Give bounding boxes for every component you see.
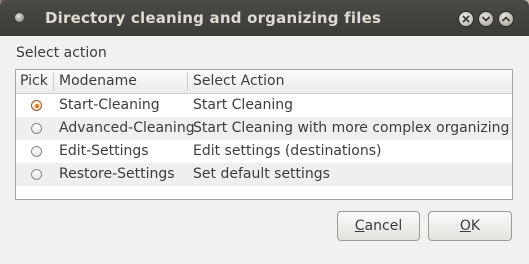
modename-cell: Advanced-Cleaning (59, 120, 195, 136)
cancel-mnemonic: C (354, 218, 365, 234)
column-separator[interactable] (53, 72, 54, 91)
cancel-label: ancel (364, 218, 403, 234)
window-menu-dot-icon[interactable] (15, 13, 24, 22)
column-header-pick[interactable]: Pick (20, 73, 48, 89)
cancel-button[interactable]: Cancel (337, 211, 420, 241)
radio-advanced-cleaning[interactable] (31, 123, 42, 134)
close-icon[interactable] (458, 11, 474, 27)
action-cell: Edit settings (destinations) (193, 143, 382, 159)
list-row-start-cleaning[interactable]: Start-Cleaning Start Cleaning (16, 94, 512, 117)
maximize-icon[interactable] (498, 11, 514, 27)
ok-label: K (470, 218, 481, 234)
action-cell: Start Cleaning with more complex organiz… (193, 120, 510, 136)
action-cell: Set default settings (193, 166, 330, 182)
radio-restore-settings[interactable] (31, 169, 42, 180)
action-cell: Start Cleaning (193, 97, 294, 113)
radio-edit-settings[interactable] (31, 146, 42, 157)
radio-selected-dot (34, 103, 39, 108)
column-separator[interactable] (187, 72, 188, 91)
list-row-edit-settings[interactable]: Edit-Settings Edit settings (destination… (16, 140, 512, 163)
column-header-modename[interactable]: Modename (59, 73, 137, 89)
dialog-window: Directory cleaning and organizing files … (0, 0, 529, 264)
window-title: Directory cleaning and organizing files (45, 9, 382, 27)
modename-cell: Edit-Settings (59, 143, 149, 159)
modename-cell: Start-Cleaning (59, 97, 160, 113)
modename-cell: Restore-Settings (59, 166, 175, 182)
list-header: Pick Modename Select Action (16, 70, 512, 94)
column-header-select-action[interactable]: Select Action (193, 73, 285, 89)
ok-mnemonic: O (459, 218, 471, 234)
action-list[interactable]: Pick Modename Select Action Start-Cleani… (15, 69, 513, 200)
title-bar[interactable]: Directory cleaning and organizing files (0, 0, 529, 36)
select-action-label: Select action (16, 45, 107, 61)
minimize-icon[interactable] (478, 11, 494, 27)
ok-button[interactable]: OK (428, 211, 512, 241)
list-row-advanced-cleaning[interactable]: Advanced-Cleaning Start Cleaning with mo… (16, 117, 512, 140)
list-row-restore-settings[interactable]: Restore-Settings Set default settings (16, 163, 512, 186)
radio-start-cleaning[interactable] (31, 100, 42, 111)
